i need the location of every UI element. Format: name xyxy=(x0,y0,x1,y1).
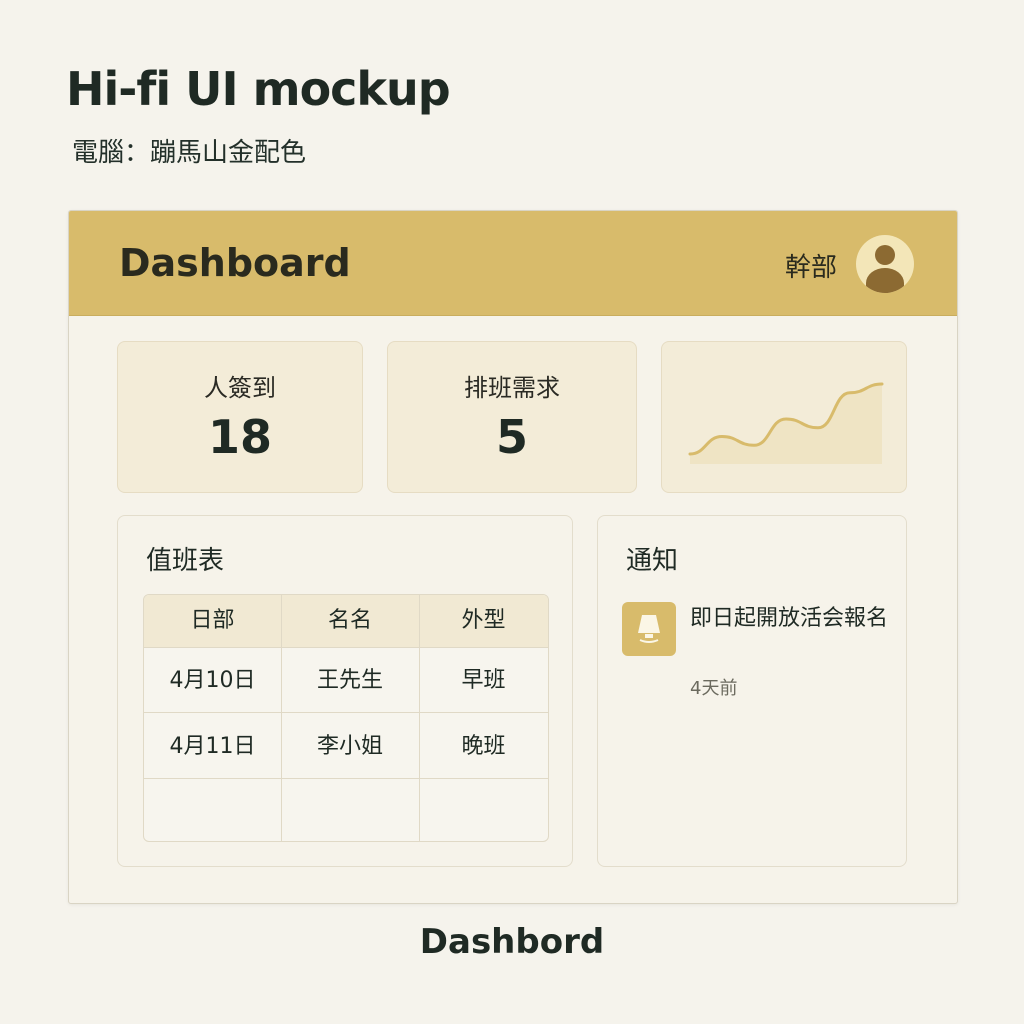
table-cell-shift: 晚班 xyxy=(461,734,506,759)
table-cell-date: 4月11日 xyxy=(169,734,256,759)
column-divider xyxy=(281,595,282,841)
table-cell-name: 李小姐 xyxy=(316,734,383,759)
column-header-date[interactable]: 日部 xyxy=(144,595,281,647)
table-cell-name: 王先生 xyxy=(316,668,383,693)
page: Hi-fi UI mockup 電腦：蹦馬山金配色 Dashboard 幹部 人… xyxy=(0,0,1024,1024)
avatar-head xyxy=(875,245,895,265)
notices-panel: 通知 即日起開放活会報名 4天前 xyxy=(597,515,907,867)
stat-value: 5 xyxy=(495,410,528,464)
schedule-panel: 值班表 日部 名名 外型 4月10日 王先生 早班 4月11日 李小姐 晚班 xyxy=(117,515,573,867)
notice-time: 4天前 xyxy=(690,678,738,699)
page-subtitle: 電腦：蹦馬山金配色 xyxy=(72,138,307,168)
row-divider xyxy=(144,778,548,779)
lamp-icon xyxy=(622,602,676,656)
dashboard-title: Dashboard xyxy=(119,241,351,285)
stat-label: 排班需求 xyxy=(464,374,560,402)
table-cell-name xyxy=(281,787,419,839)
stat-label: 人簽到 xyxy=(204,374,276,402)
trend-area xyxy=(690,384,882,464)
table-cell-date xyxy=(144,787,281,839)
column-header-shift[interactable]: 外型 xyxy=(419,595,548,647)
table-cell-shift xyxy=(419,787,548,839)
table-cell-date: 4月10日 xyxy=(169,668,256,693)
footer-caption: Dashbord xyxy=(419,922,605,962)
dashboard-window: Dashboard 幹部 人簽到 18 排班需求 5 值班表 日部 名名 外型 … xyxy=(68,210,958,904)
column-divider xyxy=(419,595,420,841)
row-divider xyxy=(144,712,548,713)
stat-value: 18 xyxy=(207,410,272,464)
stat-card-trend[interactable] xyxy=(661,341,907,493)
schedule-table: 日部 名名 外型 4月10日 王先生 早班 4月11日 李小姐 晚班 xyxy=(143,594,549,842)
user-role-label[interactable]: 幹部 xyxy=(785,247,837,284)
column-header-name[interactable]: 名名 xyxy=(281,595,419,647)
user-avatar-icon[interactable] xyxy=(856,235,914,293)
stat-card-schedule-requests[interactable]: 排班需求 5 xyxy=(387,341,637,493)
schedule-title: 值班表 xyxy=(146,546,225,576)
notices-title: 通知 xyxy=(626,546,679,576)
page-title: Hi-fi UI mockup xyxy=(66,62,451,116)
avatar-body xyxy=(866,268,904,293)
top-bar: Dashboard 幹部 xyxy=(69,211,957,316)
table-cell-shift: 早班 xyxy=(461,668,506,693)
notice-text[interactable]: 即日起開放活会報名 xyxy=(690,602,890,635)
trend-chart xyxy=(688,382,884,464)
stat-card-checkin[interactable]: 人簽到 18 xyxy=(117,341,363,493)
lamp-icon-glyph xyxy=(638,615,660,643)
